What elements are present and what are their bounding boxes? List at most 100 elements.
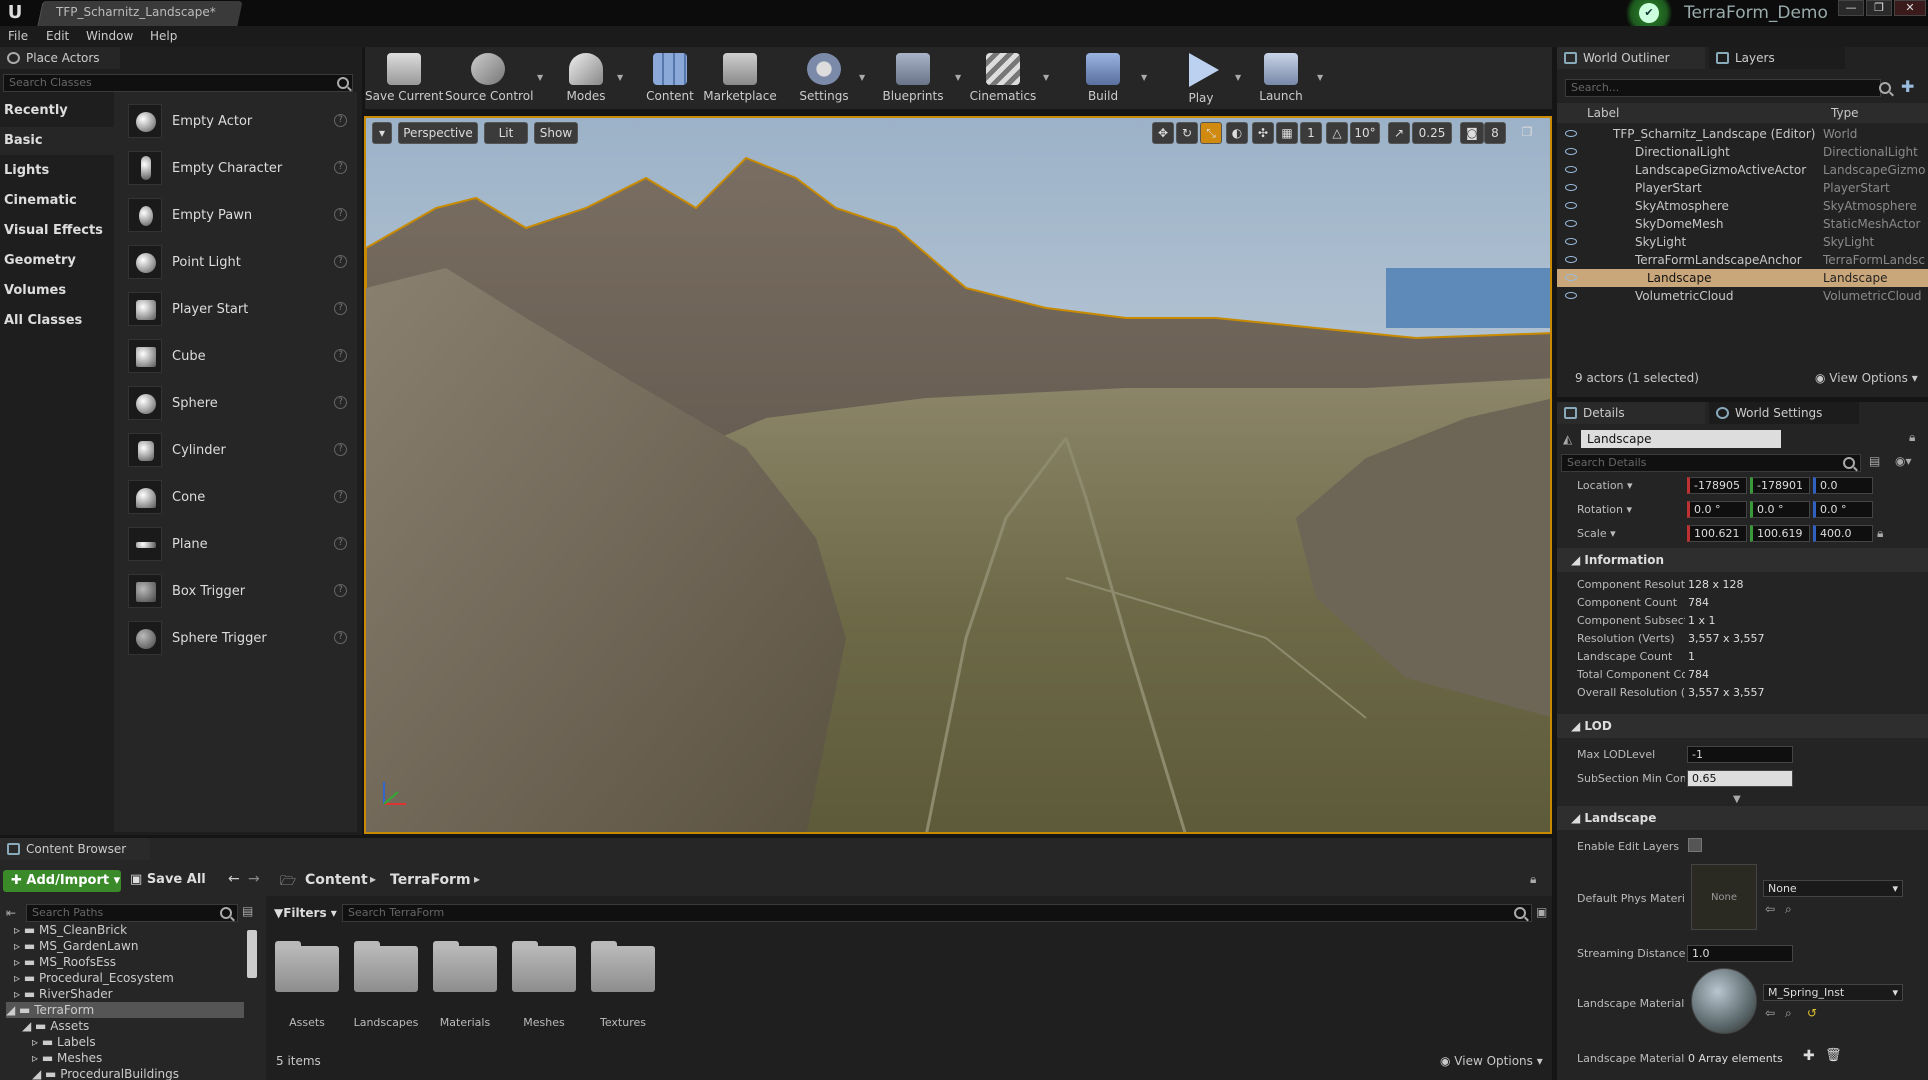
tree-item[interactable]: ▹ ▬ Labels bbox=[32, 1034, 96, 1050]
help-icon[interactable]: ? bbox=[334, 302, 347, 315]
lock-scale-icon[interactable]: 🔒︎ bbox=[1877, 526, 1883, 541]
outliner-row[interactable]: DirectionalLight DirectionalLight bbox=[1557, 143, 1928, 161]
rotation-snap-icon[interactable]: △ bbox=[1326, 122, 1348, 144]
marketplace-button[interactable]: Marketplace bbox=[703, 47, 777, 109]
outliner-row[interactable]: VolumetricCloud VolumetricCloud bbox=[1557, 287, 1928, 305]
actor-cylinder[interactable]: Cylinder? bbox=[122, 429, 347, 473]
help-icon[interactable]: ? bbox=[334, 443, 347, 456]
folder-assets[interactable] bbox=[275, 941, 339, 992]
build-button[interactable]: Build bbox=[1071, 47, 1135, 109]
scale-icon[interactable]: ⤡ bbox=[1200, 122, 1222, 144]
help-icon[interactable]: ? bbox=[334, 349, 347, 362]
help-icon[interactable]: ? bbox=[334, 631, 347, 644]
collapse-sources-icon[interactable]: ⇤ bbox=[6, 906, 16, 920]
perspective-button[interactable]: Perspective bbox=[398, 122, 478, 144]
source-control-button[interactable]: Source Control bbox=[445, 47, 533, 109]
actor-player-start[interactable]: Player Start? bbox=[122, 288, 347, 332]
search-paths-input[interactable]: Search Paths bbox=[26, 904, 238, 922]
surface-snap-icon[interactable]: ✣ bbox=[1252, 122, 1274, 144]
tree-item[interactable]: ▹ ▬ Meshes bbox=[32, 1050, 102, 1066]
details-tab[interactable]: Details bbox=[1557, 402, 1705, 424]
streaming-distance-field[interactable]: 1.0 bbox=[1687, 945, 1793, 962]
content-view-options[interactable]: ◉ View Options ▾ bbox=[1440, 1054, 1543, 1068]
visibility-eye-icon[interactable] bbox=[1565, 274, 1577, 281]
scale-snap-icon[interactable]: ↗ bbox=[1388, 122, 1410, 144]
landscape-material-dropdown[interactable]: M_Spring_Inst ▾ bbox=[1763, 984, 1903, 1001]
level-viewport[interactable]: ▾ Perspective Lit Show ✥ ↻ ⤡ ◐ ✣ ▦ 1 △ 1… bbox=[364, 116, 1552, 834]
lock-icon[interactable]: 🔒︎ bbox=[1909, 430, 1915, 445]
category-volumes[interactable]: Volumes bbox=[0, 277, 114, 305]
help-icon[interactable]: ? bbox=[334, 396, 347, 409]
help-icon[interactable]: ? bbox=[334, 161, 347, 174]
search-icon[interactable] bbox=[1843, 457, 1855, 469]
layers-tab[interactable]: Layers bbox=[1709, 47, 1845, 69]
visibility-eye-icon[interactable] bbox=[1565, 166, 1577, 173]
add-import-button[interactable]: ✚ Add/Import ▾ bbox=[3, 870, 121, 892]
use-selected-arrow-icon[interactable]: ⇦ bbox=[1765, 1006, 1775, 1020]
show-button[interactable]: Show bbox=[534, 122, 578, 144]
tree-item[interactable]: ▹ ▬ Procedural_Ecosystem bbox=[14, 970, 174, 986]
save-all-button[interactable]: ▣ Save All bbox=[130, 872, 206, 887]
scale-z-field[interactable]: 400.0 bbox=[1813, 525, 1873, 542]
folder-textures[interactable] bbox=[591, 941, 655, 992]
tree-item[interactable]: ◢ ▬ Assets bbox=[22, 1018, 89, 1034]
close-button[interactable]: ✕ bbox=[1894, 0, 1926, 16]
actor-empty-character[interactable]: Empty Character? bbox=[122, 147, 347, 191]
cinematics-button[interactable]: Cinematics bbox=[965, 47, 1041, 109]
back-arrow-icon[interactable]: ← bbox=[228, 871, 240, 887]
browse-search-icon[interactable]: ⌕ bbox=[1785, 1006, 1792, 1021]
rotation-label[interactable]: Rotation ▾ bbox=[1577, 503, 1685, 516]
outliner-row[interactable]: LandscapeGizmoActiveActor LandscapeGizmo bbox=[1557, 161, 1928, 179]
location-x-field[interactable]: -178905 bbox=[1687, 477, 1747, 494]
blueprints-button[interactable]: Blueprints bbox=[875, 47, 951, 109]
scale-label[interactable]: Scale ▾ bbox=[1577, 527, 1685, 540]
outliner-search-input[interactable]: Search... bbox=[1565, 79, 1881, 97]
world-local-icon[interactable]: ◐ bbox=[1226, 122, 1248, 144]
browse-search-icon[interactable]: ⌕ bbox=[1785, 902, 1792, 917]
visibility-eye-icon[interactable] bbox=[1565, 256, 1577, 263]
visibility-eye-icon[interactable] bbox=[1565, 184, 1577, 191]
save-current-button[interactable]: Save Current bbox=[365, 47, 443, 109]
search-icon[interactable] bbox=[1514, 907, 1526, 919]
landscape-material-thumbnail[interactable] bbox=[1691, 968, 1757, 1034]
category-visual-effects[interactable]: Visual Effects bbox=[0, 217, 114, 245]
column-label[interactable]: Label bbox=[1587, 106, 1619, 120]
actor-point-light[interactable]: Point Light? bbox=[122, 241, 347, 285]
folder-landscapes[interactable] bbox=[354, 941, 418, 992]
breadcrumb-terraform[interactable]: TerraForm bbox=[390, 872, 471, 888]
rotate-icon[interactable]: ↻ bbox=[1176, 122, 1198, 144]
actor-box-trigger[interactable]: Box Trigger? bbox=[122, 570, 347, 614]
minimize-button[interactable]: — bbox=[1838, 0, 1864, 16]
category-recently-placed[interactable]: Recently Placed bbox=[0, 97, 114, 146]
max-lod-field[interactable]: -1 bbox=[1687, 746, 1793, 763]
scale-y-field[interactable]: 100.619 bbox=[1750, 525, 1810, 542]
world-settings-tab[interactable]: World Settings bbox=[1709, 402, 1859, 424]
category-all-classes[interactable]: All Classes bbox=[0, 307, 114, 335]
help-icon[interactable]: ? bbox=[334, 114, 347, 127]
forward-arrow-icon[interactable]: → bbox=[248, 871, 260, 887]
maximize-button[interactable]: ❐ bbox=[1866, 0, 1892, 16]
tree-item-selected[interactable]: ◢ ▬ TerraForm bbox=[6, 1002, 244, 1018]
help-icon[interactable]: ? bbox=[334, 490, 347, 503]
paths-list-icon[interactable]: ▤ bbox=[242, 904, 253, 918]
lit-button[interactable]: Lit bbox=[484, 122, 528, 144]
column-type[interactable]: Type bbox=[1831, 106, 1859, 120]
help-icon[interactable]: ? bbox=[334, 208, 347, 221]
folder-materials[interactable] bbox=[433, 941, 497, 992]
content-browser-tab[interactable]: Content Browser bbox=[0, 838, 150, 860]
camera-speed-icon[interactable]: ◙ bbox=[1460, 122, 1484, 144]
chevron-down-icon[interactable]: ▼ bbox=[1141, 73, 1147, 82]
viewport-options-button[interactable]: ▾ bbox=[372, 122, 392, 144]
section-information[interactable]: ◢ Information bbox=[1557, 548, 1928, 572]
save-search-icon[interactable]: ▣ bbox=[1536, 905, 1547, 919]
rotation-y-field[interactable]: 0.0 ° bbox=[1750, 501, 1810, 518]
chevron-down-icon[interactable]: ▼ bbox=[1235, 73, 1241, 82]
outliner-row[interactable]: PlayerStart PlayerStart bbox=[1557, 179, 1928, 197]
location-z-field[interactable]: 0.0 bbox=[1813, 477, 1873, 494]
visibility-eye-icon[interactable] bbox=[1565, 238, 1577, 245]
filters-button[interactable]: ▼Filters ▾ bbox=[274, 906, 337, 920]
asset-search-input[interactable]: Search TerraForm bbox=[342, 904, 1532, 922]
category-basic[interactable]: Basic bbox=[0, 127, 114, 155]
menu-file[interactable]: File bbox=[8, 29, 28, 43]
actor-cone[interactable]: Cone? bbox=[122, 476, 347, 520]
